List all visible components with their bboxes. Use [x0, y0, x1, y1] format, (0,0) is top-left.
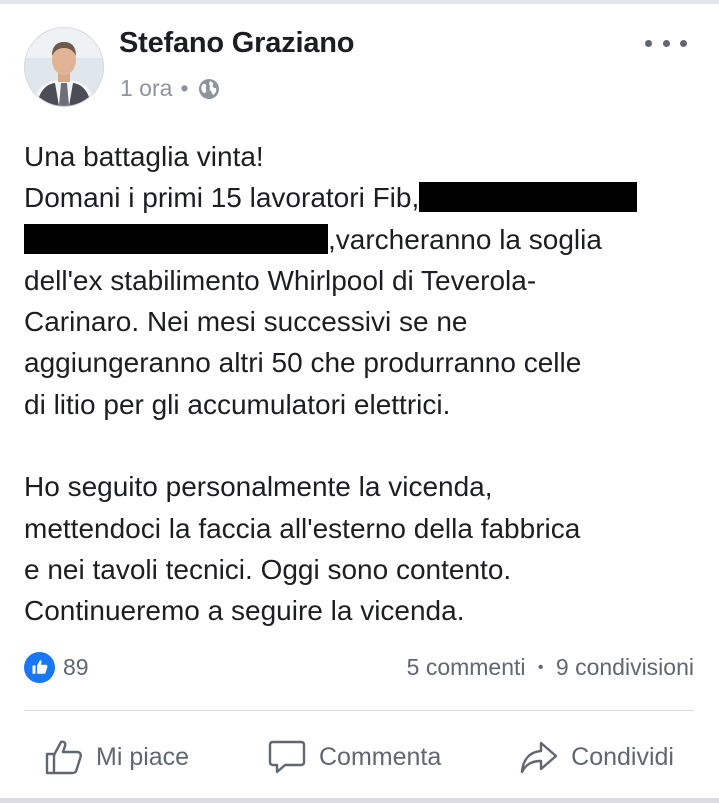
like-summary[interactable]: 89: [24, 651, 89, 683]
comments-count[interactable]: 5 commenti: [407, 654, 526, 680]
post-line: Ho seguito personalmente la vicenda,: [24, 471, 493, 503]
post-line-text: ,varcheranno la soglia: [328, 223, 602, 255]
post-line: Domani i primi 15 lavoratori Fib,: [24, 177, 694, 218]
post-body: Una battaglia vinta! Domani i primi 15 l…: [24, 136, 694, 632]
share-label: Condividi: [571, 742, 674, 771]
avatar[interactable]: [24, 27, 104, 107]
divider: [24, 710, 694, 711]
post-line: Carinaro. Nei mesi successivi se ne: [24, 306, 468, 338]
post-line: dell'ex stabilimento Whirlpool di Tevero…: [24, 264, 537, 296]
comments-shares: 5 commenti • 9 condivisioni: [407, 654, 694, 681]
like-button[interactable]: Mi piace: [24, 737, 209, 777]
thumbs-up-icon: [45, 740, 82, 775]
dot: [680, 39, 687, 47]
dot: [662, 39, 670, 47]
shares-count[interactable]: 9 condivisioni: [556, 654, 694, 680]
comment-label: Commenta: [318, 742, 442, 771]
meta-separator: •: [180, 75, 189, 101]
post-line: ,varcheranno la soglia: [24, 219, 694, 260]
author-name[interactable]: Stefano Graziano: [119, 27, 354, 60]
post-line: Continueremo a seguire la vicenda.: [24, 595, 465, 627]
profile-photo: [25, 28, 103, 106]
like-reaction-icon: [24, 651, 55, 683]
engagement-stats: 89 5 commenti • 9 condivisioni: [24, 650, 694, 684]
redaction-bar: [24, 223, 328, 254]
post-meta: 1 ora •: [120, 75, 221, 102]
like-label: Mi piace: [96, 742, 190, 771]
post-line-text: Domani i primi 15 lavoratori Fib,: [24, 182, 420, 214]
stats-separator: •: [537, 658, 544, 676]
post-line: di litio per gli accumulatori elettrici.: [24, 388, 451, 420]
globe-icon: [198, 78, 219, 99]
comment-button[interactable]: Commenta: [247, 737, 461, 777]
post-line: e nei tavoli tecnici. Oggi sono contento…: [24, 553, 512, 585]
top-border: [0, 0, 719, 4]
bottom-border: [0, 798, 719, 803]
comment-icon: [268, 740, 306, 774]
like-count: 89: [63, 653, 89, 680]
post-line: Una battaglia vinta!: [24, 141, 264, 172]
more-options-icon[interactable]: [645, 36, 687, 50]
post-time[interactable]: 1 ora: [120, 75, 172, 102]
post-line: mettendoci la faccia all'esterno della f…: [24, 512, 581, 544]
action-bar: Mi piace Commenta Condividi: [24, 730, 694, 784]
share-button[interactable]: Condividi: [499, 737, 694, 777]
dot: [645, 39, 652, 47]
redaction-bar: [419, 182, 638, 213]
post-line: aggiungeranno altri 50 che produrranno c…: [24, 347, 582, 379]
share-arrow-icon: [520, 741, 558, 774]
